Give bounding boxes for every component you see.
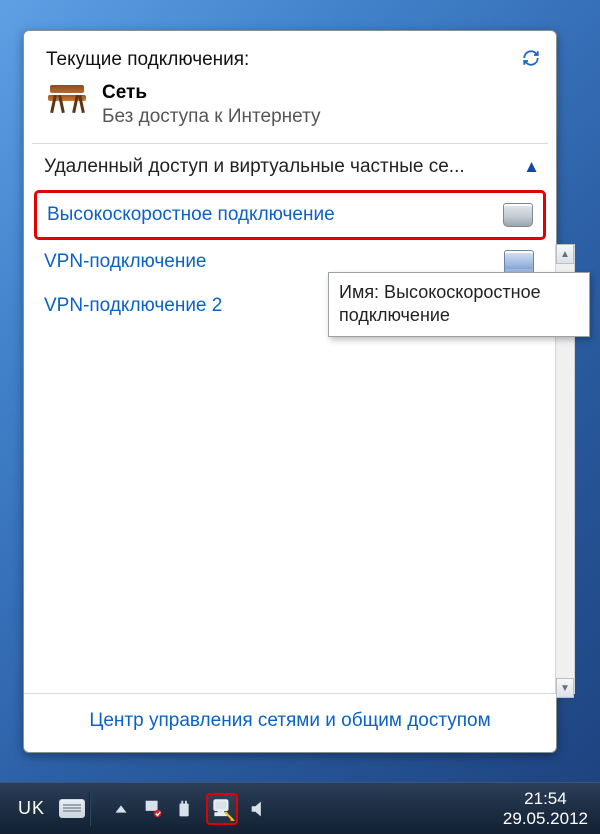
scroll-up-button[interactable]: ▲ xyxy=(556,244,574,264)
tooltip-line: подключение xyxy=(339,304,579,327)
keyboard-icon[interactable] xyxy=(59,799,85,818)
network-tray-icon[interactable] xyxy=(206,793,238,825)
server-icon xyxy=(504,250,534,274)
clock-time: 21:54 xyxy=(503,789,588,809)
tooltip-line: Имя: Высокоскоростное xyxy=(339,281,579,304)
section-header-dialup-vpn[interactable]: Удаленный доступ и виртуальные частные с… xyxy=(24,144,556,190)
modem-icon xyxy=(503,203,533,227)
power-icon[interactable] xyxy=(174,798,196,820)
system-tray xyxy=(100,793,280,825)
current-network-text: Сеть Без доступа к Интернету xyxy=(102,81,321,129)
network-center-link[interactable]: Центр управления сетями и общим доступом xyxy=(89,710,490,731)
section-header-label: Удаленный доступ и виртуальные частные с… xyxy=(44,156,465,178)
connection-item-broadband[interactable]: Высокоскоростное подключение xyxy=(34,190,546,240)
taskbar: UK 21:54 29.05.2012 xyxy=(0,782,600,834)
connection-list: Высокоскоростное подключение VPN-подключ… xyxy=(24,190,556,694)
taskbar-left: UK xyxy=(0,798,85,819)
flyout-footer: Центр управления сетями и общим доступом xyxy=(24,693,556,752)
flyout-header: Текущие подключения: xyxy=(24,31,556,77)
clock-date: 29.05.2012 xyxy=(503,809,588,829)
tray-chevron-up-icon[interactable] xyxy=(110,798,132,820)
network-name: Сеть xyxy=(102,81,321,105)
language-indicator[interactable]: UK xyxy=(18,798,45,819)
connection-label: Высокоскоростное подключение xyxy=(47,204,335,226)
action-center-icon[interactable] xyxy=(142,798,164,820)
tray-separator xyxy=(89,792,90,826)
taskbar-clock[interactable]: 21:54 29.05.2012 xyxy=(503,789,600,828)
bench-icon xyxy=(46,81,88,113)
refresh-icon[interactable] xyxy=(522,49,540,67)
current-network-row[interactable]: Сеть Без доступа к Интернету xyxy=(24,77,556,143)
connection-label: VPN-подключение xyxy=(44,251,207,273)
tooltip: Имя: Высокоскоростное подключение xyxy=(328,272,590,337)
network-status: Без доступа к Интернету xyxy=(102,105,321,129)
flyout-title: Текущие подключения: xyxy=(46,49,249,71)
connection-label: VPN-подключение 2 xyxy=(44,295,222,317)
network-flyout: Текущие подключения: Сеть Без доступа к … xyxy=(23,30,557,753)
volume-icon[interactable] xyxy=(248,798,270,820)
scroll-down-button[interactable]: ▼ xyxy=(556,678,574,698)
chevron-up-icon: ▲ xyxy=(523,157,540,177)
